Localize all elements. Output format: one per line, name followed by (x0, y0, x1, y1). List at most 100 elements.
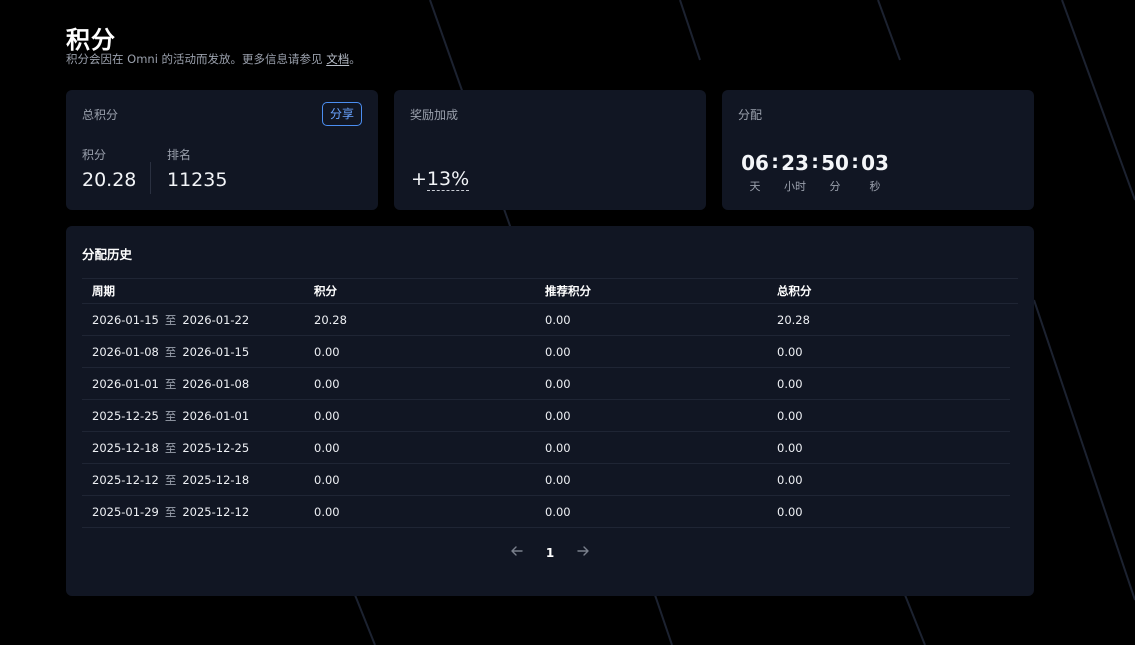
points-label: 积分 (82, 148, 107, 162)
table-row: 2025-12-18 至 2025-12-25 0.00 0.00 0.00 (82, 432, 1010, 464)
points-cell: 0.00 (314, 440, 340, 455)
period-to: 至 (164, 472, 177, 487)
table-row: 2026-01-08 至 2026-01-15 0.00 0.00 0.00 (82, 336, 1010, 368)
countdown-hours-value: 23 (781, 151, 809, 175)
column-header-period: 周期 (92, 284, 115, 298)
column-header-points: 积分 (314, 284, 337, 298)
bonus-percent[interactable]: 13% (426, 168, 470, 191)
period-start: 2025-12-18 (92, 440, 159, 455)
subtitle-text: 积分会因在 Omni 的活动而发放。更多信息请参见 (66, 52, 327, 66)
referral-cell: 0.00 (545, 376, 571, 391)
table-row: 2025-12-25 至 2026-01-01 0.00 0.00 0.00 (82, 400, 1010, 432)
page-title: 积分 (66, 26, 116, 54)
countdown-days-unit: 天 (749, 180, 761, 193)
arrow-right-icon[interactable] (576, 544, 590, 562)
period-start: 2026-01-01 (92, 376, 159, 391)
countdown-timer: 06 天 : 23 小时 : 50 分 : 03 秒 (740, 150, 890, 194)
total-cell: 0.00 (777, 344, 803, 359)
countdown-minutes-unit: 分 (829, 180, 841, 193)
period-to: 至 (164, 312, 177, 327)
period-end: 2026-01-01 (182, 408, 250, 423)
period-to: 至 (164, 376, 177, 391)
pagination: 1 (66, 544, 1034, 562)
countdown-seconds-value: 03 (861, 151, 889, 175)
period-end: 2025-12-18 (182, 472, 250, 487)
total-points-label: 总积分 (82, 108, 119, 122)
column-header-referral: 推荐积分 (545, 284, 591, 298)
page-number-current[interactable]: 1 (546, 546, 554, 560)
bonus-prefix: + (411, 168, 427, 190)
subtitle-end: 。 (349, 52, 361, 66)
points-cell: 0.00 (314, 408, 340, 423)
points-value: 20.28 (82, 169, 137, 191)
countdown-seconds: 03 秒 (860, 150, 890, 194)
period-cell: 2025-12-25 至 2026-01-01 (82, 408, 314, 424)
total-cell: 0.00 (777, 472, 803, 487)
docs-link[interactable]: 文档 (326, 52, 349, 66)
total-cell: 20.28 (777, 312, 810, 327)
distribution-label: 分配 (738, 108, 763, 122)
points-cell: 0.00 (314, 376, 340, 391)
period-to: 至 (164, 344, 177, 359)
history-title: 分配历史 (82, 247, 133, 262)
countdown-separator: : (851, 151, 859, 173)
total-cell: 0.00 (777, 440, 803, 455)
countdown-days: 06 天 (740, 150, 770, 194)
referral-cell: 0.00 (545, 408, 571, 423)
distribution-card: 分配 06 天 : 23 小时 : 50 分 : 03 秒 (722, 90, 1034, 210)
page-subtitle: 积分会因在 Omni 的活动而发放。更多信息请参见 文档。 (66, 51, 361, 67)
period-to: 至 (164, 440, 177, 455)
rank-value: 11235 (167, 169, 228, 191)
period-start: 2026-01-08 (92, 344, 159, 359)
period-to: 至 (164, 408, 177, 423)
period-end: 2025-12-12 (182, 504, 250, 519)
column-header-total: 总积分 (777, 284, 812, 298)
rank-label: 排名 (167, 148, 192, 162)
countdown-separator: : (771, 151, 779, 173)
points-cell: 0.00 (314, 344, 340, 359)
period-to: 至 (164, 504, 177, 519)
table-header: 周期 积分 推荐积分 总积分 (82, 278, 1018, 304)
distribution-history-card: 分配历史 周期 积分 推荐积分 总积分 2026-01-15 至 2026-01-2… (66, 226, 1034, 596)
total-points-card: 总积分 分享 积分 20.28 排名 11235 (66, 90, 378, 210)
bonus-label: 奖励加成 (410, 108, 459, 122)
bonus-value: +13% (411, 168, 470, 191)
table-row: 2026-01-15 至 2026-01-22 20.28 0.00 20.28 (82, 304, 1010, 336)
period-cell: 2025-12-12 至 2025-12-18 (82, 472, 314, 488)
period-cell: 2026-01-01 至 2026-01-08 (82, 376, 314, 392)
table-row: 2026-01-01 至 2026-01-08 0.00 0.00 0.00 (82, 368, 1010, 400)
total-cell: 0.00 (777, 408, 803, 423)
points-cell: 0.00 (314, 504, 340, 519)
stat-divider (150, 162, 151, 194)
countdown-separator: : (811, 151, 819, 173)
referral-cell: 0.00 (545, 504, 571, 519)
table-row: 2025-01-29 至 2025-12-12 0.00 0.00 0.00 (82, 496, 1010, 528)
history-table: 周期 积分 推荐积分 总积分 2026-01-15 至 2026-01-22 20.… (82, 278, 1018, 528)
period-end: 2026-01-15 (182, 344, 250, 359)
referral-cell: 0.00 (545, 440, 571, 455)
period-start: 2026-01-15 (92, 312, 159, 327)
period-cell: 2026-01-08 至 2026-01-15 (82, 344, 314, 360)
period-end: 2025-12-25 (182, 440, 250, 455)
total-cell: 0.00 (777, 376, 803, 391)
countdown-hours-unit: 小时 (784, 180, 806, 193)
points-stat: 积分 20.28 (82, 146, 136, 191)
table-row: 2025-12-12 至 2025-12-18 0.00 0.00 0.00 (82, 464, 1010, 496)
points-cell: 0.00 (314, 472, 340, 487)
period-cell: 2025-12-18 至 2025-12-25 (82, 440, 314, 456)
referral-cell: 0.00 (545, 344, 571, 359)
countdown-minutes-value: 50 (821, 151, 849, 175)
total-cell: 0.00 (777, 504, 803, 519)
share-button[interactable]: 分享 (321, 102, 362, 126)
countdown-days-value: 06 (741, 151, 769, 175)
referral-cell: 0.00 (545, 312, 571, 327)
period-start: 2025-01-29 (92, 504, 159, 519)
period-start: 2025-12-12 (92, 472, 159, 487)
period-cell: 2026-01-15 至 2026-01-22 (82, 312, 314, 328)
countdown-minutes: 50 分 (820, 150, 850, 194)
arrow-left-icon[interactable] (510, 544, 524, 562)
period-end: 2026-01-08 (182, 376, 250, 391)
rank-stat: 排名 11235 (167, 146, 227, 191)
period-cell: 2025-01-29 至 2025-12-12 (82, 504, 314, 520)
points-cell: 20.28 (314, 312, 347, 327)
